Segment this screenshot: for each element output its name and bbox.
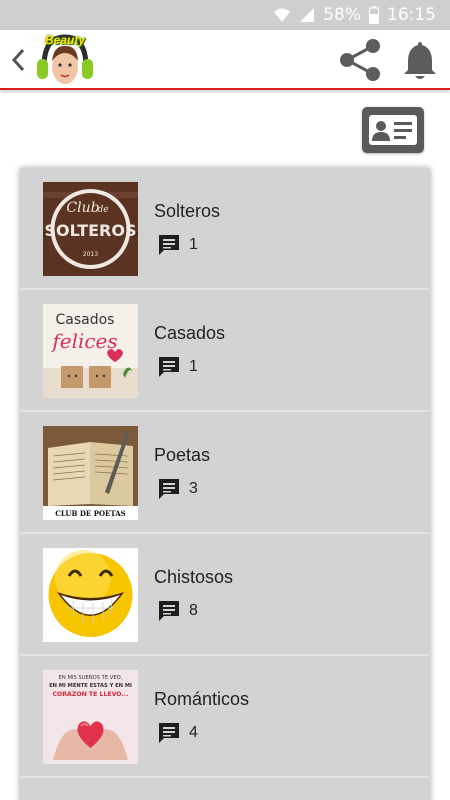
clock: 16:15 [387, 5, 436, 25]
app-bar: Beauty [0, 30, 450, 90]
group-thumbnail: EN MIS SUEÑOS TE VEO, EN MI MENTE ESTAS … [43, 670, 138, 764]
thumb-text: Casados [56, 312, 115, 328]
group-thumbnail: Casados felices [43, 304, 138, 398]
share-icon [340, 39, 380, 81]
contact-card-icon [369, 115, 417, 145]
comment-count: 8 [158, 600, 198, 622]
comment-count: 1 [158, 356, 198, 378]
comment-count: 4 [158, 722, 198, 744]
group-name: Poetas [154, 445, 211, 465]
bell-icon [404, 42, 436, 79]
status-bar: 58% 16:15 [0, 0, 450, 30]
list-item[interactable]: EN MIS SUEÑOS TE VEO, EN MI MENTE ESTAS … [20, 656, 430, 778]
thumb-text: EN MI MENTE ESTAS Y EN MI [49, 683, 132, 689]
groups-list: Club de SOLTEROS 2013 Solteros 1 Casados… [20, 168, 430, 800]
comment-icon [159, 235, 179, 255]
thumb-text: de [97, 205, 108, 215]
comment-icon [159, 357, 179, 377]
count-value: 1 [189, 358, 198, 375]
notifications-button[interactable] [398, 36, 442, 84]
comment-count: 3 [158, 478, 198, 500]
list-item[interactable]: Chistosos 8 [20, 534, 430, 656]
list-item[interactable]: CLUB DE POETAS Poetas 3 [20, 412, 430, 534]
comment-icon [159, 479, 179, 499]
logo-text: Beauty [44, 33, 85, 47]
thumb-text: Club [66, 200, 99, 216]
thumb-text: EN MIS SUEÑOS TE VEO, [59, 674, 123, 681]
count-value: 1 [189, 236, 198, 253]
thumb-text: 2013 [83, 251, 98, 258]
chevron-left-icon [11, 48, 25, 72]
group-name: Románticos [154, 689, 250, 709]
group-thumbnail [43, 548, 138, 642]
group-name: Casados [154, 323, 226, 343]
count-value: 8 [189, 602, 198, 619]
share-button[interactable] [336, 36, 384, 84]
comment-icon [159, 601, 179, 621]
contact-card-button[interactable] [362, 107, 424, 153]
count-value: 3 [189, 480, 198, 497]
signal-icon [299, 7, 315, 23]
wifi-icon [273, 7, 291, 23]
comment-count: 1 [158, 234, 198, 256]
app-logo: Beauty [34, 31, 96, 89]
list-item[interactable]: Casados felices Casados 1 [20, 290, 430, 412]
list-item[interactable]: Club de SOLTEROS 2013 Solteros 1 [20, 168, 430, 290]
battery-level: 58% [323, 5, 361, 25]
count-value: 4 [189, 724, 198, 741]
comment-icon [159, 723, 179, 743]
thumb-text: SOLTEROS [45, 221, 137, 240]
group-thumbnail: CLUB DE POETAS [43, 426, 138, 520]
group-name: Chistosos [154, 567, 234, 587]
thumb-text: CLUB DE POETAS [55, 509, 125, 518]
thumb-text: felices [50, 329, 117, 353]
battery-icon [369, 6, 379, 24]
group-name: Solteros [154, 201, 221, 221]
thumb-text: CORAZON TE LLEVO... [52, 691, 128, 698]
back-button[interactable] [6, 44, 30, 76]
group-thumbnail: Club de SOLTEROS 2013 [43, 182, 138, 276]
